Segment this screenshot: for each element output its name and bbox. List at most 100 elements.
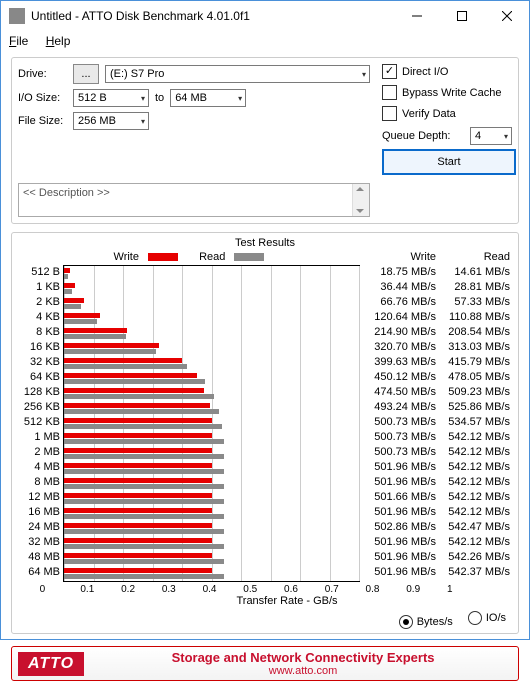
checkbox-icon [382, 64, 397, 79]
chart-bar-row [64, 506, 359, 521]
read-bar [64, 364, 187, 369]
footer-tagline: Storage and Network Connectivity Experts [94, 650, 512, 665]
queue-depth-select[interactable]: 4 ▾ [470, 127, 512, 145]
write-value: 120.64 MB/s [366, 310, 436, 325]
y-axis-label: 256 KB [16, 400, 60, 415]
read-value: 110.88 MB/s [440, 310, 510, 325]
chart-bar-row [64, 311, 359, 326]
y-axis-label: 8 KB [16, 325, 60, 340]
verify-data-checkbox[interactable]: Verify Data [382, 106, 512, 121]
write-bar [64, 283, 75, 288]
x-tick: 0.9 [406, 584, 447, 595]
read-bar [64, 454, 224, 459]
bypass-label: Bypass Write Cache [402, 87, 501, 99]
file-size-label: File Size: [18, 115, 73, 127]
app-icon [9, 8, 25, 24]
window-title: Untitled - ATTO Disk Benchmark 4.01.0f1 [31, 9, 394, 23]
chart-legend: Write Read [16, 251, 366, 263]
read-bar [64, 499, 224, 504]
write-bar [64, 388, 204, 393]
y-axis-label: 4 MB [16, 460, 60, 475]
x-tick: 0.3 [162, 584, 203, 595]
write-value: 501.66 MB/s [366, 490, 436, 505]
read-value: 542.12 MB/s [440, 460, 510, 475]
titlebar: Untitled - ATTO Disk Benchmark 4.01.0f1 [1, 1, 529, 31]
footer-url: www.atto.com [94, 665, 512, 677]
write-bar [64, 343, 159, 348]
write-value: 18.75 MB/s [366, 265, 436, 280]
write-bar [64, 538, 212, 543]
close-button[interactable] [484, 1, 529, 31]
description-input[interactable]: << Description >> [18, 183, 370, 217]
start-button[interactable]: Start [382, 149, 516, 175]
maximize-button[interactable] [439, 1, 484, 31]
chart-bar-row [64, 566, 359, 581]
write-value: 500.73 MB/s [366, 415, 436, 430]
io-size-from-select[interactable]: 512 B ▾ [73, 89, 149, 107]
file-size-value: 256 MB [78, 115, 116, 127]
write-bar [64, 493, 212, 498]
y-axis-label: 24 MB [16, 520, 60, 535]
write-bar [64, 403, 210, 408]
chart-bar-row [64, 341, 359, 356]
read-bar [64, 394, 214, 399]
y-axis-label: 12 MB [16, 490, 60, 505]
read-value: 525.86 MB/s [440, 400, 510, 415]
y-axis-label: 1 KB [16, 280, 60, 295]
read-value: 509.23 MB/s [440, 385, 510, 400]
write-bar [64, 373, 197, 378]
chart-bar-row [64, 296, 359, 311]
file-size-select[interactable]: 256 MB ▾ [73, 112, 149, 130]
x-tick: 0.2 [121, 584, 162, 595]
minimize-button[interactable] [394, 1, 439, 31]
read-value: 542.12 MB/s [440, 535, 510, 550]
chart-bar-row [64, 536, 359, 551]
menu-file[interactable]: File [9, 34, 28, 48]
y-axis-label: 64 KB [16, 370, 60, 385]
direct-io-checkbox[interactable]: Direct I/O [382, 64, 512, 79]
write-bar [64, 358, 182, 363]
io-size-to-select[interactable]: 64 MB ▾ [170, 89, 246, 107]
read-value: 57.33 MB/s [440, 295, 510, 310]
read-value: 542.12 MB/s [440, 475, 510, 490]
write-values-column: 18.75 MB/s36.44 MB/s66.76 MB/s120.64 MB/… [366, 265, 440, 582]
chart-x-ticks: 00.10.20.30.40.50.60.70.80.91 [60, 584, 508, 595]
chart-bar-row [64, 476, 359, 491]
io-size-to-value: 64 MB [175, 92, 207, 104]
write-value: 214.90 MB/s [366, 325, 436, 340]
drive-browse-button[interactable]: ... [73, 64, 99, 84]
x-tick: 0.5 [243, 584, 284, 595]
bypass-write-cache-checkbox[interactable]: Bypass Write Cache [382, 85, 512, 100]
scrollbar[interactable] [352, 184, 369, 216]
read-bar [64, 349, 156, 354]
menu-help[interactable]: Help [46, 34, 71, 48]
legend-read-swatch [234, 253, 264, 261]
read-bar [64, 439, 224, 444]
x-tick: 0.7 [325, 584, 366, 595]
y-axis-label: 32 KB [16, 355, 60, 370]
write-bar [64, 553, 212, 558]
y-axis-label: 16 MB [16, 505, 60, 520]
chart-bar-row [64, 356, 359, 371]
y-axis-label: 32 MB [16, 535, 60, 550]
direct-io-label: Direct I/O [402, 66, 448, 78]
chevron-down-icon: ▾ [141, 117, 145, 126]
io-size-to-label: to [155, 92, 164, 104]
bytes-radio[interactable]: Bytes/s [399, 615, 453, 629]
chart-bar-row [64, 386, 359, 401]
chevron-down-icon: ▾ [362, 70, 366, 79]
drive-select[interactable]: (E:) S7 Pro ▾ [105, 65, 370, 83]
chart-bar-row [64, 491, 359, 506]
x-tick: 0.4 [203, 584, 244, 595]
write-value: 501.96 MB/s [366, 505, 436, 520]
write-bar [64, 523, 212, 528]
read-bar [64, 409, 219, 414]
menubar: File Help [1, 31, 529, 53]
legend-write-label: Write [114, 251, 139, 263]
chevron-down-icon: ▾ [238, 94, 242, 103]
read-bar [64, 274, 68, 279]
io-radio[interactable]: IO/s [468, 611, 506, 625]
write-value: 500.73 MB/s [366, 430, 436, 445]
write-bar [64, 433, 212, 438]
y-axis-label: 2 KB [16, 295, 60, 310]
